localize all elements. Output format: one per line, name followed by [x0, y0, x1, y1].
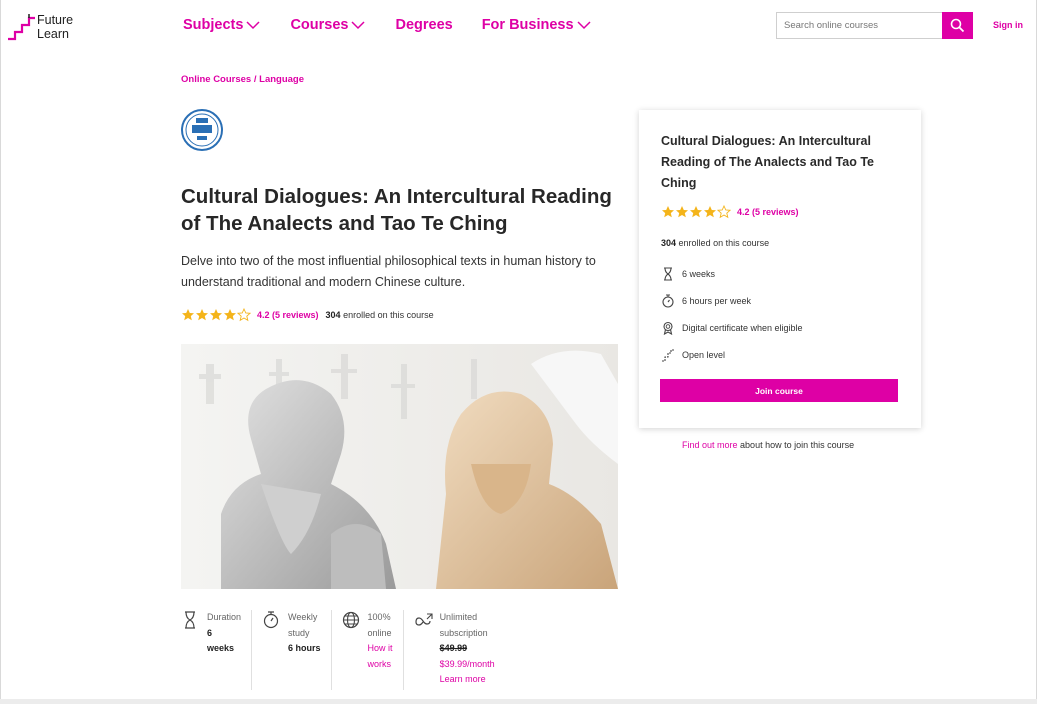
card-enrolled-number: 304 [661, 238, 677, 248]
nav-courses-label: Courses [290, 17, 349, 33]
star-icon [210, 309, 222, 321]
logo-line1: Future [37, 13, 74, 27]
breadcrumb-online-courses[interactable]: Online Courses [181, 74, 251, 85]
logo-line2: Learn [37, 27, 69, 41]
course-rating-row: 4.2 (5 reviews) 304 enrolled on this cou… [181, 308, 434, 322]
reviews-link[interactable]: 4.2 (5 reviews) [257, 310, 319, 320]
feature-weekly-value: 6 hours [288, 643, 321, 653]
logo-text: Future Learn [37, 13, 73, 41]
card-reviews-link[interactable]: 4.2 (5 reviews) [737, 207, 799, 217]
star-icon [676, 206, 688, 218]
globe-icon [342, 611, 359, 629]
feature-subscription-label: Unlimited [439, 612, 478, 622]
feature-duration: Duration 6 weeks [181, 610, 253, 690]
feature-weekly-label2: study [288, 627, 310, 638]
card-detail-certificate: Digital certificate when eligible [661, 314, 803, 341]
search-input[interactable] [776, 12, 942, 39]
infinity-icon [414, 613, 433, 626]
feature-subscription-label2: subscription [439, 627, 488, 638]
chevron-down-icon [577, 21, 591, 30]
star-icon [182, 309, 194, 321]
search-bar [776, 12, 973, 39]
how-it-works-link[interactable]: How it works [368, 641, 393, 672]
feature-weekly-label: Weekly [288, 612, 318, 622]
how-it-works-line2: works [367, 658, 392, 669]
feature-online-label2: online [367, 627, 392, 638]
card-detail-level: Open level [661, 341, 803, 368]
star-icon [690, 206, 702, 218]
how-it-works-line1: How it [367, 643, 393, 653]
nav-degrees[interactable]: Degrees [395, 17, 452, 33]
find-out-more-suffix: about how to join this course [740, 440, 855, 450]
nav-for-business-label: For Business [481, 17, 574, 33]
futurelearn-logo[interactable]: Future Learn [8, 13, 88, 43]
card-detail-duration: 6 weeks [661, 260, 803, 287]
feature-weekly-study: Weekly study 6 hours [262, 610, 332, 690]
card-detail-duration-text: 6 weeks [682, 268, 716, 279]
learn-more-link[interactable]: Learn more [440, 672, 495, 688]
hourglass-icon [664, 266, 672, 281]
steps-icon [662, 348, 674, 362]
nav-subjects-label: Subjects [183, 17, 244, 33]
rating-stars [181, 308, 251, 322]
star-icon [704, 206, 716, 218]
sign-in-link[interactable]: Sign in [993, 20, 1023, 30]
nav-for-business[interactable]: For Business [482, 17, 592, 33]
enrolled-count: 304 enrolled on this course [326, 310, 434, 320]
card-enrolled: 304 enrolled on this course [661, 238, 769, 248]
find-out-more-link[interactable]: Find out more [682, 440, 738, 450]
certificate-icon [663, 321, 673, 335]
course-description: Delve into two of the most influential p… [181, 254, 596, 289]
feature-duration-unit: weeks [207, 643, 235, 653]
nav-degrees-label: Degrees [395, 17, 453, 33]
card-detail-hours: 6 hours per week [661, 287, 803, 314]
logo-steps-icon [8, 14, 35, 41]
university-logo[interactable] [181, 109, 223, 151]
course-hero-image [181, 344, 618, 589]
course-side-card: Cultural Dialogues: An Intercultural Rea… [639, 110, 921, 428]
nav-subjects[interactable]: Subjects [183, 17, 261, 33]
subscription-price: $39.99/month [439, 658, 495, 669]
course-title: Cultural Dialogues: An Intercultural Rea… [181, 185, 612, 235]
stopwatch-icon [263, 611, 279, 629]
card-title: Cultural Dialogues: An Intercultural Rea… [661, 134, 874, 190]
breadcrumb-language[interactable]: Language [259, 74, 304, 85]
chevron-down-icon [246, 21, 260, 30]
star-empty-icon [237, 308, 251, 322]
card-details-list: 6 weeks 6 hours per week Digital certifi… [661, 260, 803, 368]
feature-online-label: 100% [367, 612, 391, 622]
old-price: $49.99 [439, 643, 468, 653]
hourglass-icon [185, 611, 195, 629]
find-out-more-text: Find out more about how to join this cou… [682, 440, 854, 450]
card-enrolled-suffix: enrolled on this course [678, 238, 770, 248]
card-detail-certificate-text: Digital certificate when eligible [682, 322, 803, 333]
star-icon [224, 309, 236, 321]
nav-courses[interactable]: Courses [290, 17, 366, 33]
card-detail-level-text: Open level [682, 349, 726, 360]
stopwatch-icon [662, 293, 674, 308]
page-bottom-divider [0, 699, 1037, 704]
feature-duration-value: 6 [207, 627, 213, 638]
star-empty-icon [717, 205, 731, 219]
feature-duration-label: Duration [207, 612, 242, 622]
card-rating-stars [661, 205, 731, 219]
feature-subscription: Unlimited subscription $49.99 $39.99/mon… [414, 610, 505, 690]
enrolled-number: 304 [325, 310, 341, 320]
enrolled-suffix: enrolled on this course [343, 310, 434, 320]
feature-online: 100% online How it works [342, 610, 404, 690]
star-icon [662, 206, 674, 218]
join-course-button[interactable]: Join course [660, 379, 898, 402]
main-nav: Subjects Courses Degrees For Business [183, 17, 621, 33]
card-rating-row: 4.2 (5 reviews) [661, 205, 806, 219]
star-icon [196, 309, 208, 321]
search-icon [950, 18, 965, 33]
breadcrumb: Online Courses / Language [181, 74, 304, 85]
course-features: Duration 6 weeks Weekly study 6 hours 10… [181, 610, 618, 690]
breadcrumb-separator: / [253, 74, 257, 85]
search-button[interactable] [942, 12, 973, 39]
chevron-down-icon [351, 21, 365, 30]
card-detail-hours-text: 6 hours per week [682, 295, 752, 306]
